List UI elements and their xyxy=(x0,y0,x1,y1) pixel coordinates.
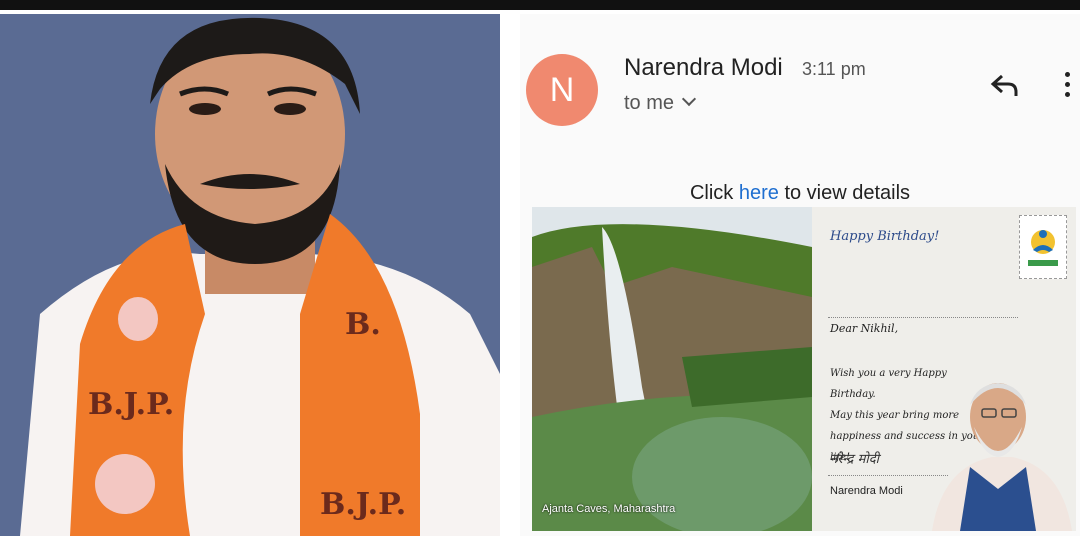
person-illustration: B.J.P. B. B.J.P. xyxy=(0,14,500,536)
recipient-label: to me xyxy=(624,92,675,114)
ajanta-caves-image xyxy=(532,207,812,531)
image-caption: Ajanta Caves, Maharashtra xyxy=(542,503,676,515)
reply-icon[interactable] xyxy=(990,72,1020,100)
email-view: N Narendra Modi 3:11 pm to me Click here… xyxy=(520,14,1080,536)
profile-photo: B.J.P. B. B.J.P. xyxy=(0,14,500,536)
click-prefix: Click xyxy=(689,182,734,204)
top-bar xyxy=(0,0,1080,10)
birthday-card: Ajanta Caves, Maharashtra Happy Birthday… xyxy=(532,207,1076,531)
sender-avatar[interactable]: N xyxy=(526,54,598,126)
sender-name: Narendra Modi xyxy=(624,54,783,81)
view-details-line: Click here to view details xyxy=(520,182,1080,205)
signature-script: नरेन्द्र मोदी xyxy=(830,452,879,467)
scarf-text-bottom: B.J.P. xyxy=(320,487,406,522)
signature-name: Narendra Modi xyxy=(830,485,903,497)
modi-portrait xyxy=(932,383,1072,531)
here-link[interactable]: here xyxy=(739,182,779,204)
scarf-text-left: B.J.P. xyxy=(88,387,174,422)
more-options-icon[interactable] xyxy=(1062,72,1072,106)
card-salutation: Dear Nikhil, xyxy=(830,322,899,335)
card-greeting: Happy Birthday! xyxy=(830,229,940,244)
scarf-text-top: B. xyxy=(345,307,381,342)
chevron-down-icon[interactable] xyxy=(681,91,697,107)
email-time: 3:11 pm xyxy=(802,59,866,79)
divider xyxy=(828,317,1018,318)
click-suffix: to view details xyxy=(784,182,911,204)
recipient-toggle[interactable]: to me xyxy=(624,91,697,115)
yoga-stamp-icon xyxy=(1019,215,1067,279)
